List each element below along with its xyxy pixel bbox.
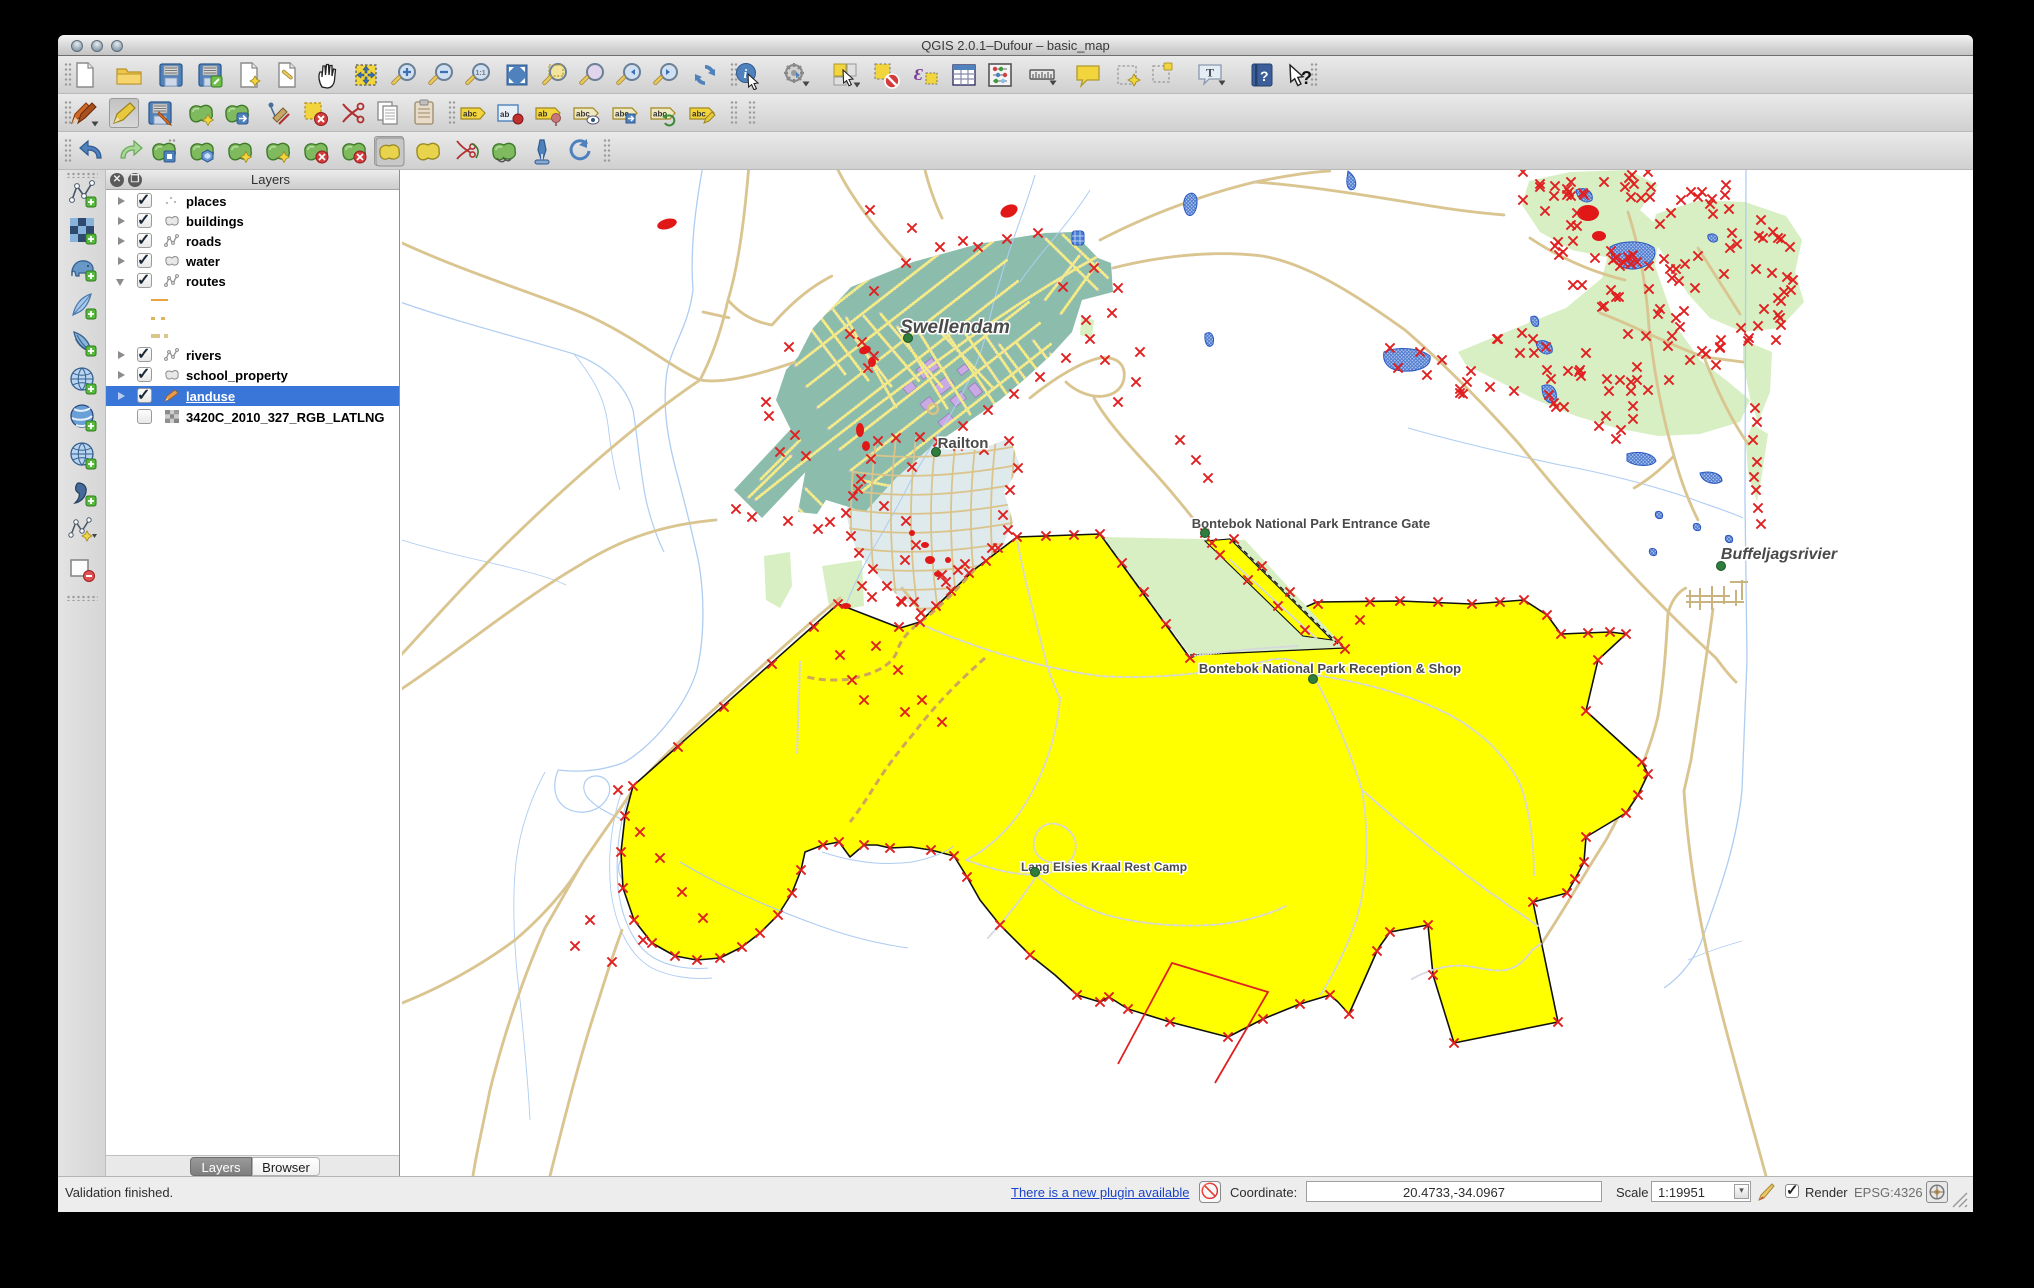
svg-text:Buffeljagsrivier: Buffeljagsrivier — [1721, 546, 1838, 563]
svg-text:i: i — [744, 66, 748, 81]
svg-text:?: ? — [1260, 68, 1269, 84]
svg-text:T: T — [1206, 66, 1214, 80]
svg-text:ab: ab — [500, 110, 509, 119]
svg-text:ab: ab — [538, 110, 547, 119]
svg-text:1:1: 1:1 — [476, 70, 486, 77]
svg-text:Swellendam: Swellendam — [900, 317, 1010, 338]
svg-text:abc: abc — [692, 110, 706, 119]
svg-text:Ɛ: Ɛ — [914, 65, 923, 84]
svg-text:abc: abc — [463, 110, 477, 119]
svg-text:Bontebok National Park Entranc: Bontebok National Park Entrance Gate — [1192, 516, 1430, 531]
svg-text:?: ? — [1301, 68, 1312, 88]
svg-text:Lang Elsies Kraal Rest Camp: Lang Elsies Kraal Rest Camp — [1021, 860, 1187, 874]
svg-text:Bontebok National Park Recepti: Bontebok National Park Reception & Shop — [1199, 661, 1461, 676]
svg-text:Railton: Railton — [938, 435, 989, 452]
